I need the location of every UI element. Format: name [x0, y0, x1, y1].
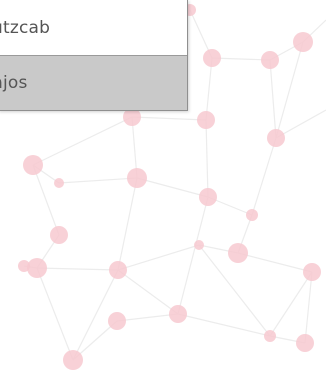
network-node: [261, 51, 279, 69]
menu-item-njos[interactable]: njos: [0, 56, 187, 110]
network-node: [50, 226, 68, 244]
network-node: [199, 188, 217, 206]
menu-item-utzcab[interactable]: utzcab: [0, 0, 187, 56]
network-node: [54, 178, 64, 188]
network-node: [169, 305, 187, 323]
network-node: [264, 330, 276, 342]
network-node: [63, 350, 83, 370]
network-node: [303, 263, 321, 281]
network-node: [293, 32, 313, 52]
network-node: [194, 240, 204, 250]
menu-item-label: utzcab: [0, 17, 51, 38]
network-node: [267, 129, 285, 147]
network-node: [203, 49, 221, 67]
network-node: [246, 209, 258, 221]
dropdown-menu: utzcab njos: [0, 0, 188, 111]
network-node: [18, 260, 30, 272]
network-node: [296, 334, 314, 352]
network-node: [27, 258, 47, 278]
network-node: [197, 111, 215, 129]
network-node: [109, 261, 127, 279]
network-node: [228, 243, 248, 263]
network-node: [108, 312, 126, 330]
network-node: [23, 155, 43, 175]
network-node: [127, 168, 147, 188]
menu-item-label: njos: [0, 73, 28, 93]
